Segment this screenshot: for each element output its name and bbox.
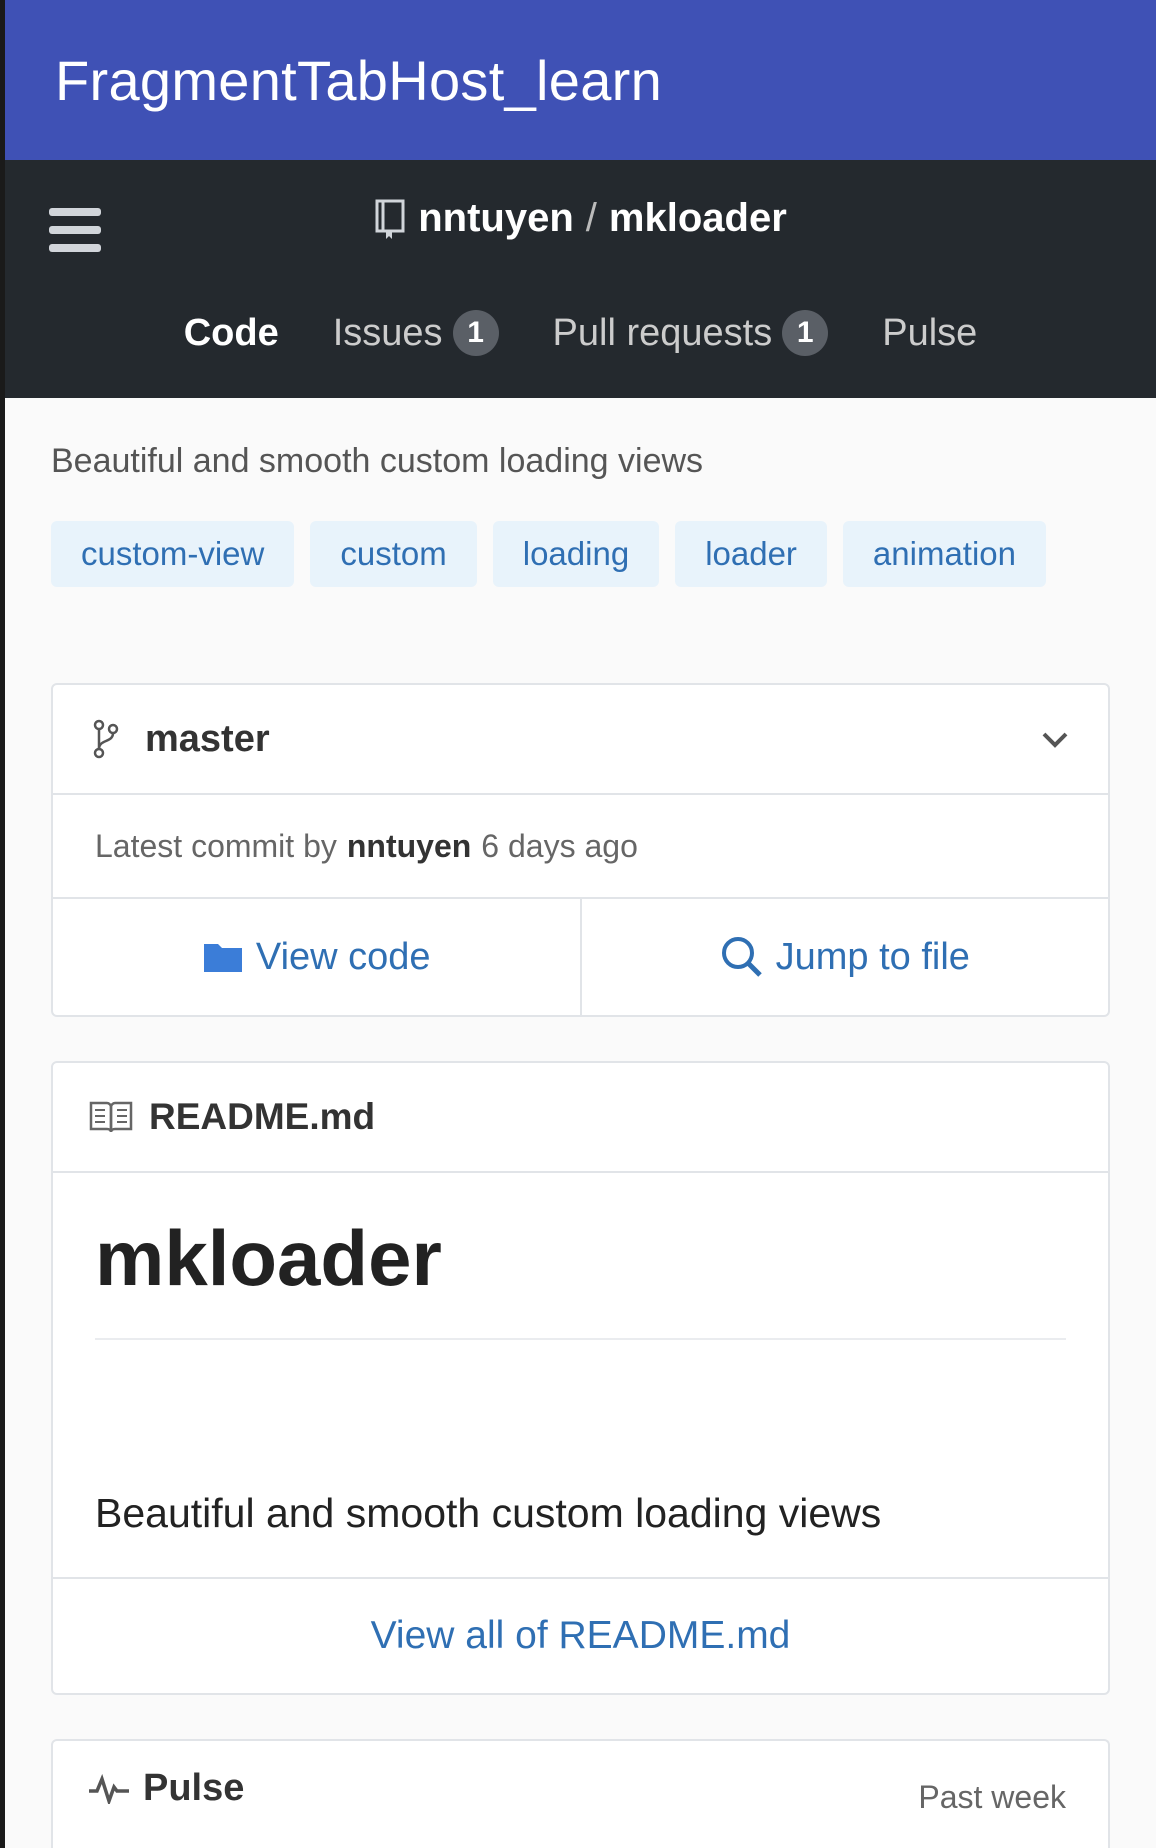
pulse-icon [89, 1773, 129, 1804]
pulse-card: Pulse Past week [51, 1739, 1110, 1848]
readme-paragraph: Beautiful and smooth custom loading view… [95, 1490, 882, 1536]
repo-content: Beautiful and smooth custom loading view… [0, 398, 1156, 1848]
app-bar: FragmentTabHost_learn [0, 0, 1156, 160]
pulse-title: Pulse [143, 1767, 245, 1809]
topic-list: custom-view custom loading loader animat… [51, 521, 1110, 587]
code-actions: View code Jump to file [53, 899, 1108, 1015]
view-all-readme-link[interactable]: View all of README.md [53, 1577, 1108, 1693]
topic-tag[interactable]: custom-view [51, 521, 295, 587]
jump-to-file-label: Jump to file [775, 935, 970, 978]
latest-commit: Latest commit by nntuyen 6 days ago [53, 795, 1108, 899]
topic-tag[interactable]: animation [842, 521, 1047, 587]
tab-pulls-label: Pull requests [552, 311, 773, 354]
tab-code-label: Code [183, 311, 279, 354]
readme-filename: README.md [149, 1096, 376, 1137]
pulse-range[interactable]: Past week [918, 1779, 1066, 1816]
pulse-header: Pulse Past week [53, 1741, 1108, 1815]
folder-icon [203, 944, 242, 972]
page: FragmentTabHost_learn nntuyen / mkloader… [0, 0, 1156, 1848]
tab-code[interactable]: Code [184, 312, 279, 355]
jump-to-file-button[interactable]: Jump to file [579, 899, 1109, 1015]
readme-heading: mkloader [95, 1213, 1066, 1340]
chevron-down-icon [1042, 732, 1068, 748]
readme-card: README.md mkloader Beautiful and smooth … [51, 1061, 1110, 1695]
tab-issues-label: Issues [332, 311, 443, 354]
search-icon [721, 937, 762, 977]
repo-owner-link[interactable]: nntuyen [418, 196, 574, 241]
repo-separator: / [585, 196, 597, 240]
branch-icon [93, 719, 119, 759]
view-code-label: View code [255, 935, 431, 978]
book-icon [89, 1101, 133, 1133]
topic-tag[interactable]: custom [310, 521, 477, 587]
view-code-button[interactable]: View code [53, 899, 580, 1015]
tab-pulse[interactable]: Pulse [882, 312, 977, 355]
branch-name: master [145, 717, 270, 760]
repo-nav: Code Issues 1 Pull requests 1 Pulse [5, 310, 1156, 356]
commit-author[interactable]: nntuyen [347, 828, 471, 865]
readme-header: README.md [53, 1063, 1108, 1173]
topic-tag[interactable]: loading [492, 521, 660, 587]
repo-header: nntuyen / mkloader Code Issues 1 Pull re… [0, 160, 1156, 398]
tab-pulse-label: Pulse [882, 311, 978, 354]
tab-pull-requests[interactable]: Pull requests 1 [553, 310, 829, 356]
commit-prefix: Latest commit by [95, 827, 337, 864]
commit-time: 6 days ago [481, 827, 638, 864]
tab-issues[interactable]: Issues 1 [333, 310, 499, 356]
topic-tag[interactable]: loader [675, 521, 827, 587]
repo-name-link[interactable]: mkloader [609, 196, 787, 241]
branch-selector[interactable]: master [53, 685, 1108, 795]
issues-count-badge: 1 [452, 310, 499, 356]
app-title: FragmentTabHost_learn [55, 48, 663, 112]
repo-icon [375, 199, 405, 239]
readme-body: mkloader Beautiful and smooth custom loa… [53, 1173, 1108, 1577]
repo-title: nntuyen / mkloader [5, 196, 1156, 241]
repo-description: Beautiful and smooth custom loading view… [51, 442, 704, 480]
branch-card: master Latest commit by nntuyen 6 days a… [51, 683, 1110, 1017]
pulls-count-badge: 1 [782, 310, 829, 356]
